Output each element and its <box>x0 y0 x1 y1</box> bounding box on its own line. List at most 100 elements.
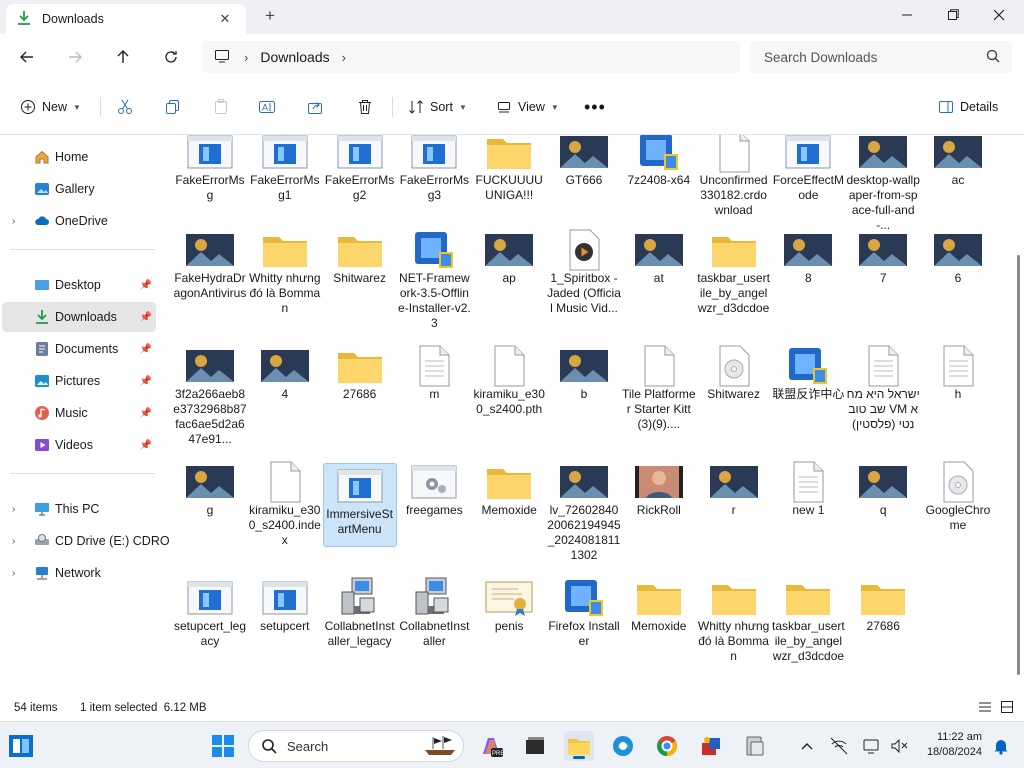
up-button[interactable] <box>108 42 138 72</box>
file-item[interactable]: FakeErrorMsg1 <box>248 135 322 203</box>
file-item[interactable]: 8 <box>771 231 845 286</box>
file-item[interactable]: r <box>697 463 771 518</box>
details-view-icon[interactable] <box>978 700 992 717</box>
refresh-button[interactable] <box>156 42 186 72</box>
file-item[interactable]: 1_Spiritbox - Jaded (Official Music Vid.… <box>547 229 621 316</box>
file-item[interactable]: 3f2a266aeb8e3732968b87fac6ae5d2a647e91..… <box>173 347 247 447</box>
chevron-right-icon[interactable]: › <box>12 568 15 579</box>
file-item[interactable]: FUCKUUUUUNIGA!!! <box>472 135 546 203</box>
pin-icon[interactable]: 📌 <box>140 440 152 451</box>
pin-icon[interactable]: 📌 <box>140 280 152 291</box>
file-item[interactable]: CollabnetInstaller_legacy <box>323 577 397 649</box>
view-button[interactable]: View ▼ <box>496 94 559 120</box>
more-options-icon[interactable]: ••• <box>584 94 606 120</box>
file-item[interactable]: 27686 <box>323 347 397 402</box>
chevron-up-icon[interactable] <box>792 731 822 761</box>
pin-icon[interactable]: 📌 <box>140 344 152 355</box>
network-off-icon[interactable] <box>824 731 854 761</box>
file-item[interactable]: b <box>547 347 621 402</box>
tab-close-icon[interactable]: ✕ <box>214 11 236 27</box>
file-item[interactable]: Whitty nhưng đó là Bomman <box>248 231 322 316</box>
tab-downloads[interactable]: Downloads ✕ <box>6 4 246 34</box>
sidebar-item-videos[interactable]: Videos 📌 <box>2 430 156 460</box>
edge-icon[interactable] <box>608 731 638 761</box>
file-item[interactable]: kiramiku_e300_s2400.index <box>248 461 322 548</box>
file-item[interactable]: new 1 <box>771 461 845 518</box>
file-item[interactable]: Shitwarez <box>323 231 397 286</box>
file-item[interactable]: 7 <box>846 231 920 286</box>
sidebar-item-downloads[interactable]: Downloads 📌 <box>2 302 156 332</box>
cut-button[interactable] <box>116 94 134 120</box>
file-item[interactable]: FakeErrorMsg3 <box>397 135 471 203</box>
sidebar-item-music[interactable]: Music 📌 <box>2 398 156 428</box>
pin-icon[interactable]: 📌 <box>140 312 152 323</box>
file-item[interactable]: taskbar_usertile_by_angelwzr_d3dcdoe <box>697 231 771 316</box>
pin-icon[interactable]: 📌 <box>140 408 152 419</box>
widgets-icon[interactable] <box>6 731 36 761</box>
file-item[interactable]: penis <box>472 579 546 634</box>
share-button[interactable] <box>306 94 324 120</box>
file-item[interactable]: 6 <box>921 231 995 286</box>
file-item[interactable]: desktop-wallpaper-from-space-full-and-..… <box>846 135 920 233</box>
file-item[interactable]: FakeErrorMsg2 <box>323 135 397 203</box>
file-item[interactable]: CollabnetInstaller <box>397 577 471 649</box>
file-item[interactable]: 27686 <box>846 579 920 634</box>
file-item[interactable]: FakeErrorMsg <box>173 135 247 203</box>
chevron-right-icon[interactable]: › <box>342 50 346 65</box>
file-item[interactable]: RickRoll <box>622 463 696 518</box>
file-item[interactable]: ap <box>472 231 546 286</box>
registry-icon[interactable] <box>740 731 770 761</box>
file-item[interactable]: FakeHydraDragonAntivirus <box>173 231 247 301</box>
volume-off-icon[interactable] <box>884 731 914 761</box>
forward-button[interactable] <box>60 42 90 72</box>
address-bar[interactable]: › Downloads › <box>202 41 740 73</box>
file-item[interactable]: NET-Framework-3.5-Offline-Installer-v2.3 <box>397 231 471 331</box>
scrollbar-thumb[interactable] <box>1017 255 1020 675</box>
file-item[interactable]: freegames <box>397 463 471 518</box>
start-button[interactable] <box>208 731 238 761</box>
system-clock[interactable]: 11:22 am 18/08/2024 <box>916 730 982 760</box>
sidebar-item-cd-drive[interactable]: › CD Drive (E:) CDRO <box>2 526 170 556</box>
file-item[interactable]: Whitty nhưng đó là Bomman <box>697 579 771 664</box>
sidebar-item-this-pc[interactable]: › This PC <box>2 494 156 524</box>
file-item[interactable]: Memoxide <box>472 463 546 518</box>
file-item[interactable]: GT666 <box>547 135 621 188</box>
taskbar-search[interactable]: Search <box>248 730 464 762</box>
file-item[interactable]: Tile Platformer Starter Kitt(3)(9).... <box>622 345 696 432</box>
sidebar-item-onedrive[interactable]: › OneDrive <box>2 206 156 236</box>
search-box[interactable]: Search Downloads <box>750 41 1012 73</box>
delete-button[interactable] <box>356 94 374 120</box>
chevron-right-icon[interactable]: › <box>12 216 15 227</box>
details-button[interactable]: Details <box>938 94 998 120</box>
display-icon[interactable] <box>856 731 886 761</box>
pin-icon[interactable]: 📌 <box>140 376 152 387</box>
file-item[interactable]: ForceEffectMode <box>771 135 845 203</box>
file-item[interactable]: ac <box>921 135 995 188</box>
sidebar-item-network[interactable]: › Network <box>2 558 156 588</box>
copilot-icon[interactable]: PRE <box>476 731 506 761</box>
file-item[interactable]: setupcert <box>248 579 322 634</box>
file-item[interactable]: GoogleChrome <box>921 461 995 533</box>
file-item[interactable]: h <box>921 345 995 402</box>
chrome-icon[interactable] <box>652 731 682 761</box>
scrollbar[interactable] <box>1012 135 1024 693</box>
file-item[interactable]: taskbar_usertile_by_angelwzr_d3dcdoe <box>771 579 845 664</box>
maximize-button[interactable] <box>930 0 976 30</box>
paste-button[interactable] <box>212 94 230 120</box>
notification-bell-icon[interactable] <box>986 731 1016 761</box>
file-item[interactable]: setupcert_legacy <box>173 579 247 649</box>
breadcrumb[interactable]: Downloads <box>260 49 329 65</box>
file-item[interactable]: 4 <box>248 347 322 402</box>
terminal-icon[interactable] <box>520 731 550 761</box>
sidebar-item-gallery[interactable]: Gallery <box>2 174 156 204</box>
new-button[interactable]: New ▼ <box>20 94 81 120</box>
file-item[interactable]: ImmersiveStartMenu <box>322 463 397 547</box>
file-item[interactable]: g <box>173 463 247 518</box>
file-item[interactable]: Firefox Installer <box>547 579 621 649</box>
back-button[interactable] <box>12 42 42 72</box>
file-item[interactable]: lv_7260284020062194945_20240818111302 <box>547 463 621 563</box>
file-item[interactable]: q <box>846 463 920 518</box>
chevron-right-icon[interactable]: › <box>12 536 15 547</box>
sidebar-item-pictures[interactable]: Pictures 📌 <box>2 366 156 396</box>
file-item[interactable]: ישראל היא מחשב טוב VM אנטי (פלסטין) <box>846 345 920 432</box>
